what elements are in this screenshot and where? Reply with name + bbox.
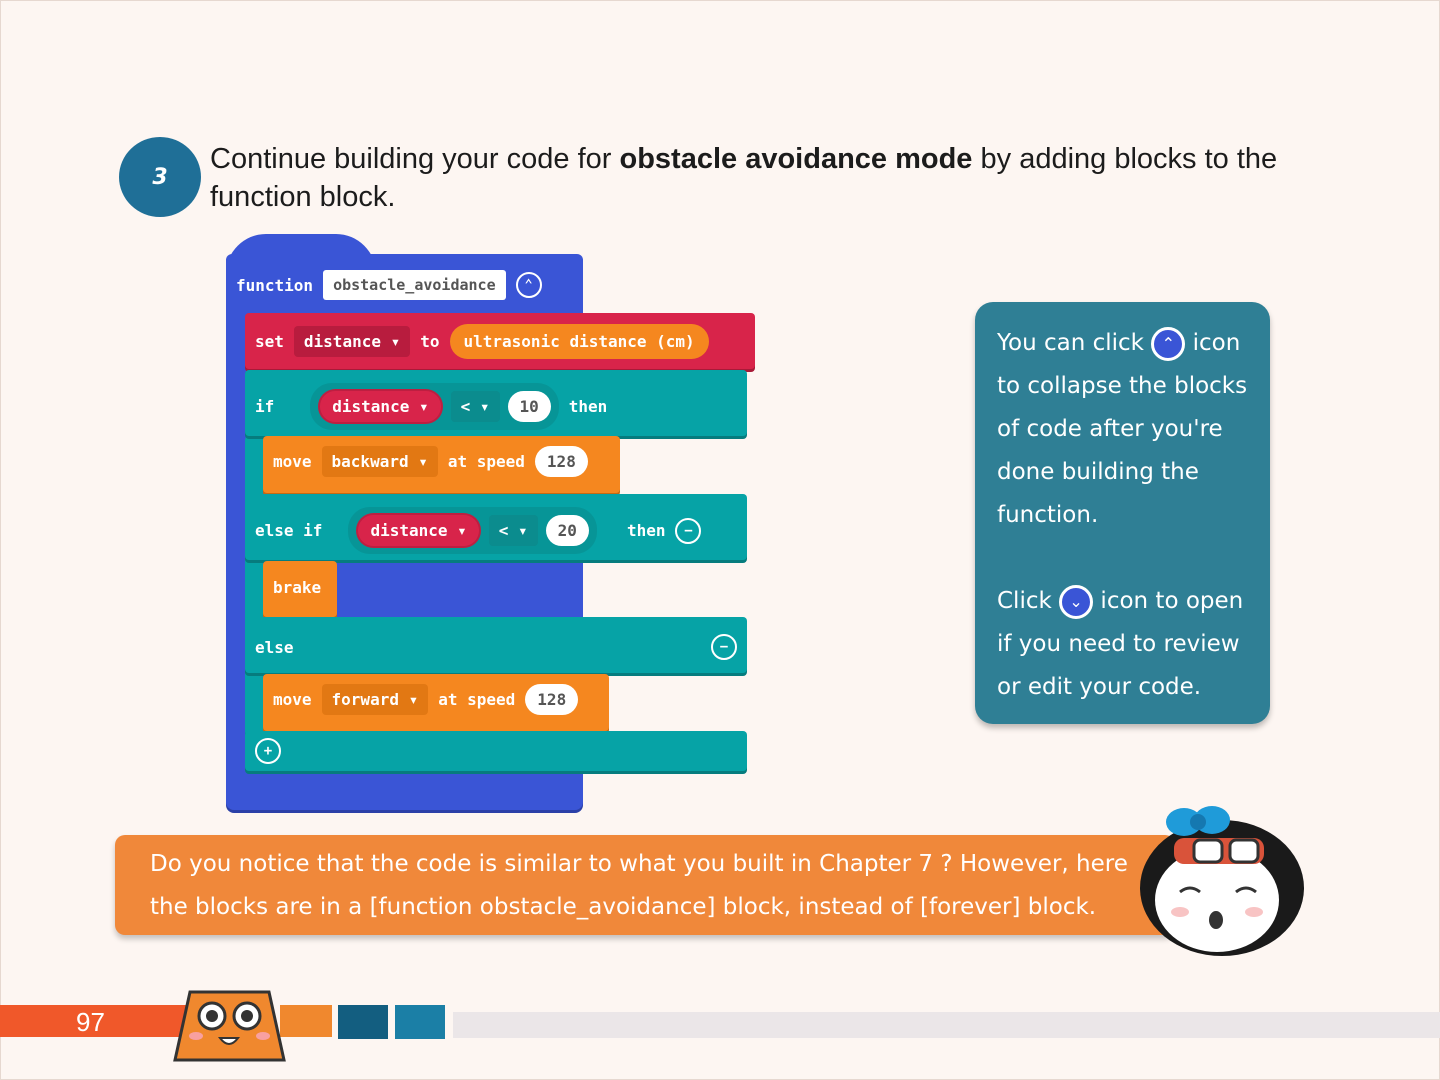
at-speed-label: at speed <box>438 690 516 709</box>
tip-line2-start: Click <box>997 588 1060 614</box>
step-number-badge: 3 <box>119 137 201 217</box>
if-operator-dropdown[interactable]: < ▾ <box>450 391 500 422</box>
page-number: 97 <box>76 1007 105 1037</box>
function-keyword: function <box>236 275 314 295</box>
tip-callout-text: You can click ⌃ icon to collapse the blo… <box>997 322 1262 709</box>
move-forward-block[interactable]: move forward ▾ at speed 128 <box>263 674 609 731</box>
else-keyword: else <box>255 637 294 657</box>
then-keyword: then <box>626 521 666 540</box>
set-variable-block[interactable]: set distance ▾ to ultrasonic distance (c… <box>245 313 755 369</box>
if-block-spine <box>245 436 263 736</box>
footer-bar-grey <box>453 1012 1440 1038</box>
direction-dropdown[interactable]: forward ▾ <box>321 684 429 715</box>
minus-circle-icon[interactable]: − <box>675 517 702 544</box>
brake-block[interactable]: brake <box>263 561 337 617</box>
else-if-operator-dropdown[interactable]: < ▾ <box>488 515 538 546</box>
step-instruction: Continue building your code for obstacle… <box>210 140 1330 216</box>
tip-line1-end: icon to collapse the blocks of code afte… <box>997 330 1248 528</box>
ultrasonic-sensor-block[interactable]: ultrasonic distance (cm) <box>449 324 709 359</box>
else-if-value-input[interactable]: 20 <box>545 515 589 546</box>
else-block[interactable]: else − <box>245 617 747 673</box>
move-backward-block[interactable]: move backward ▾ at speed 128 <box>263 436 620 493</box>
set-variable-dropdown[interactable]: distance ▾ <box>293 326 411 357</box>
move-keyword: move <box>273 690 312 709</box>
if-condition[interactable]: distance ▾ < ▾ 10 <box>310 383 559 430</box>
at-speed-label: at speed <box>447 452 525 471</box>
if-block-footer: + <box>245 731 747 771</box>
girl-mascot-illustration <box>1140 806 1304 956</box>
then-keyword: then <box>568 397 608 416</box>
if-block[interactable]: if distance ▾ < ▾ 10 then <box>245 370 747 436</box>
else-if-variable-dropdown[interactable]: distance ▾ <box>356 513 481 548</box>
chevron-up-circle-icon: ⌃ <box>1151 326 1186 361</box>
footer-bar-navy <box>338 1005 388 1039</box>
speed-input[interactable]: 128 <box>534 446 588 477</box>
minus-circle-icon[interactable]: − <box>711 634 737 660</box>
to-keyword: to <box>420 332 440 351</box>
else-if-condition[interactable]: distance ▾ < ▾ 20 <box>348 507 597 554</box>
if-variable-dropdown[interactable]: distance ▾ <box>318 389 443 424</box>
chevron-down-circle-icon: ⌄ <box>1059 584 1094 619</box>
function-header: function obstacle_avoidance ⌃ <box>236 266 542 304</box>
note-text: Do you notice that the code is similar t… <box>150 851 1128 920</box>
step-text-before: Continue building your code for <box>210 143 620 175</box>
brake-keyword: brake <box>273 578 322 597</box>
if-keyword: if <box>255 397 275 416</box>
else-if-keyword: else if <box>255 521 323 540</box>
footer-bar-orange <box>280 1005 332 1037</box>
step-text-bold: obstacle avoidance mode <box>619 143 973 175</box>
tip-line1-start: You can click <box>997 330 1152 356</box>
else-if-block[interactable]: else if distance ▾ < ▾ 20 then − <box>245 494 747 560</box>
chevron-up-circle-icon[interactable]: ⌃ <box>515 272 542 298</box>
if-value-input[interactable]: 10 <box>507 391 551 422</box>
function-name-field[interactable]: obstacle_avoidance <box>323 270 506 300</box>
set-keyword: set <box>255 332 284 351</box>
speed-input[interactable]: 128 <box>525 684 579 715</box>
move-keyword: move <box>273 452 312 471</box>
footer-bar-blue <box>395 1005 445 1039</box>
robot-mascot-icon <box>173 990 286 1062</box>
step-number: 3 <box>152 164 168 190</box>
plus-circle-icon[interactable]: + <box>255 738 281 764</box>
direction-dropdown[interactable]: backward ▾ <box>321 446 438 477</box>
